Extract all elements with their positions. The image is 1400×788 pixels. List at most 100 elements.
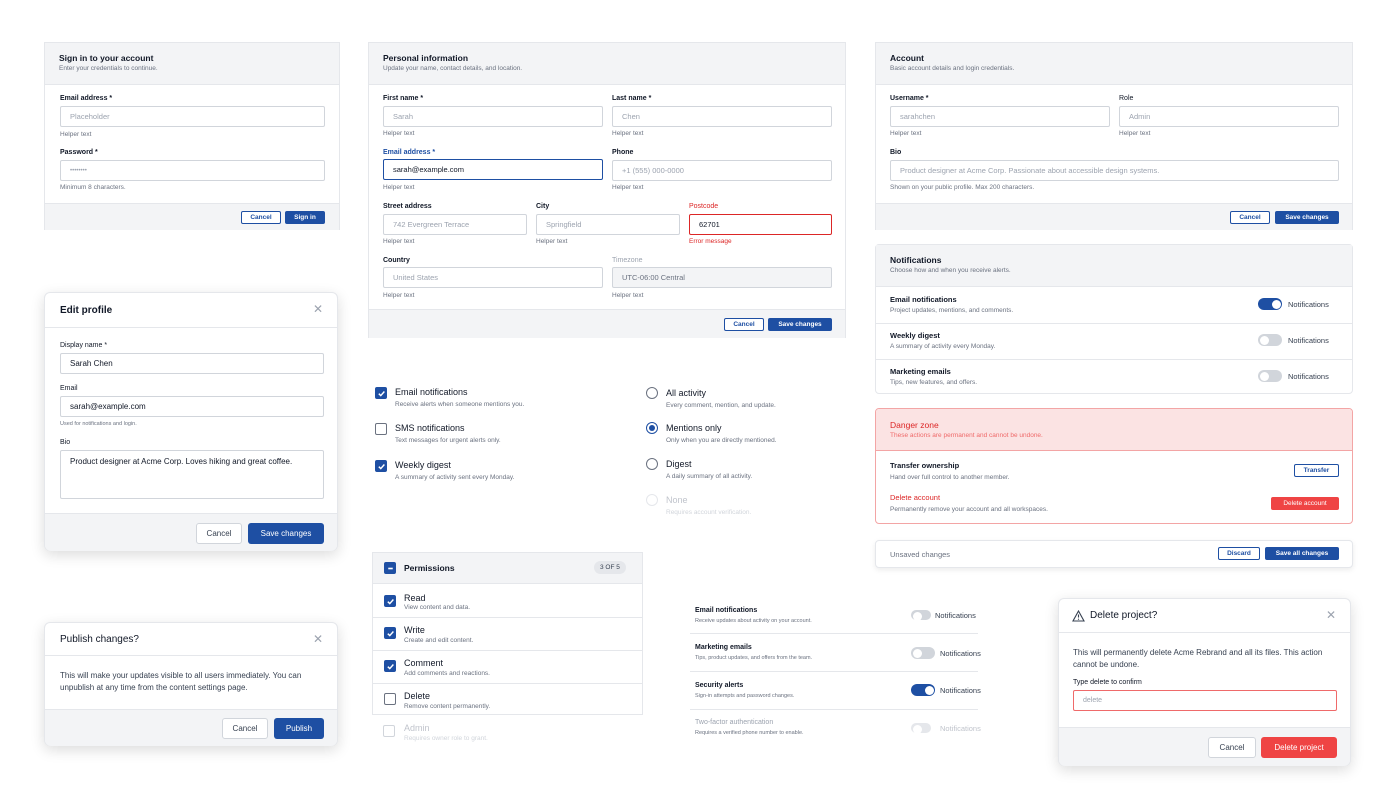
toggle-label: Notifications bbox=[940, 724, 981, 733]
notif-toggle-email[interactable] bbox=[1258, 298, 1282, 310]
phone-helper: Helper text bbox=[612, 184, 644, 191]
danger-title: Danger zone bbox=[890, 420, 939, 430]
perm-checkbox-comment[interactable] bbox=[384, 660, 396, 672]
perm-checkbox-delete[interactable] bbox=[384, 693, 396, 705]
divider bbox=[690, 671, 978, 672]
checkbox-label: Weekly digest bbox=[395, 460, 451, 470]
toggle-row-sub: Receive updates about activity on your a… bbox=[695, 618, 812, 624]
profile-email-helper: Used for notifications and login. bbox=[60, 421, 137, 427]
username-helper: Helper text bbox=[890, 130, 922, 137]
last-name-input[interactable]: Chen bbox=[612, 106, 832, 127]
close-icon[interactable]: ✕ bbox=[1326, 608, 1336, 622]
signin-submit-button[interactable]: Sign in bbox=[285, 211, 325, 224]
delete-project-footer: Cancel Delete project bbox=[1059, 727, 1350, 766]
role-select[interactable]: Admin bbox=[1119, 106, 1339, 127]
permissions-header: Permissions 3 OF 5 bbox=[373, 553, 642, 584]
confirm-label: Type delete to confirm bbox=[1073, 679, 1142, 686]
signin-cancel-button[interactable]: Cancel bbox=[241, 211, 281, 224]
perm-sub: Requires owner role to grant. bbox=[404, 735, 488, 742]
profile-bio-textarea[interactable]: Product designer at Acme Corp. Loves hik… bbox=[60, 450, 324, 499]
street-label: Street address bbox=[383, 203, 432, 210]
notifications-title: Notifications bbox=[890, 255, 942, 265]
street-input[interactable]: 742 Evergreen Terrace bbox=[383, 214, 527, 235]
toggle-list: Email notifications Receive updates abou… bbox=[690, 600, 981, 745]
checkbox-sms[interactable] bbox=[375, 423, 387, 435]
toggle-security[interactable] bbox=[911, 684, 935, 696]
country-select[interactable]: United States bbox=[383, 267, 603, 288]
display-name-label: Display name * bbox=[60, 342, 108, 349]
perm-checkbox-write[interactable] bbox=[384, 627, 396, 639]
delete-project-button[interactable]: Delete project bbox=[1261, 737, 1337, 758]
close-icon[interactable]: ✕ bbox=[313, 302, 323, 316]
toggle-email[interactable] bbox=[911, 610, 931, 621]
delete-project-cancel-button[interactable]: Cancel bbox=[1208, 737, 1256, 758]
checkbox-digest[interactable] bbox=[375, 460, 387, 472]
personal-cancel-button[interactable]: Cancel bbox=[724, 318, 764, 331]
permissions-select-all[interactable] bbox=[384, 562, 396, 574]
notif-row-sub: A summary of activity every Monday. bbox=[890, 343, 996, 350]
danger-zone-card: Danger zone These actions are permanent … bbox=[875, 408, 1353, 524]
edit-profile-save-button[interactable]: Save changes bbox=[248, 523, 324, 544]
perm-checkbox-admin bbox=[383, 725, 395, 737]
checkbox-email[interactable] bbox=[375, 387, 387, 399]
last-name-label: Last name * bbox=[612, 95, 652, 102]
close-icon[interactable]: ✕ bbox=[313, 632, 323, 646]
radio-all-activity[interactable] bbox=[646, 387, 658, 399]
radio-mentions-only[interactable] bbox=[646, 422, 658, 434]
postcode-input[interactable]: 62701 bbox=[689, 214, 832, 235]
delete-account-button[interactable]: Delete account bbox=[1271, 497, 1339, 510]
toggle-row-sub: Requires a verified phone number to enab… bbox=[695, 730, 804, 736]
toggle-row-sub: Tips, product updates, and offers from t… bbox=[695, 655, 813, 661]
profile-email-input[interactable]: sarah@example.com bbox=[60, 396, 324, 417]
transfer-button[interactable]: Transfer bbox=[1294, 464, 1339, 477]
confirm-input[interactable]: delete bbox=[1073, 690, 1337, 711]
transfer-title: Transfer ownership bbox=[890, 461, 960, 470]
publish-cancel-button[interactable]: Cancel bbox=[222, 718, 268, 739]
save-all-button[interactable]: Save all changes bbox=[1265, 547, 1339, 560]
radio-sub: Only when you are directly mentioned. bbox=[666, 437, 777, 444]
notif-toggle-marketing[interactable] bbox=[1258, 370, 1282, 382]
divider bbox=[373, 650, 642, 651]
last-name-helper: Helper text bbox=[612, 130, 644, 137]
account-cancel-button[interactable]: Cancel bbox=[1230, 211, 1270, 224]
personal-save-button[interactable]: Save changes bbox=[768, 318, 832, 331]
perm-checkbox-read[interactable] bbox=[384, 595, 396, 607]
permissions-card: Permissions 3 OF 5 Read View content and… bbox=[372, 552, 643, 715]
profile-bio-label: Bio bbox=[60, 439, 71, 446]
radio-digest[interactable] bbox=[646, 458, 658, 470]
signin-title: Sign in to your account bbox=[59, 53, 154, 63]
checkbox-label: Email notifications bbox=[395, 387, 468, 397]
bio-input[interactable]: Product designer at Acme Corp. Passionat… bbox=[890, 160, 1339, 181]
publish-confirm-button[interactable]: Publish bbox=[274, 718, 324, 739]
publish-footer: Cancel Publish bbox=[45, 709, 337, 746]
display-name-input[interactable]: Sarah Chen bbox=[60, 353, 324, 374]
radio-label: All activity bbox=[666, 388, 707, 398]
first-name-input[interactable]: Sarah bbox=[383, 106, 603, 127]
profile-email-label: Email bbox=[60, 385, 78, 392]
personal-email-label: Email address * bbox=[383, 149, 436, 156]
notif-toggle-label: Notifications bbox=[1288, 336, 1329, 345]
discard-button[interactable]: Discard bbox=[1218, 547, 1260, 560]
role-helper: Helper text bbox=[1119, 130, 1151, 137]
role-label: Role bbox=[1119, 95, 1134, 102]
notif-toggle-label: Notifications bbox=[1288, 372, 1329, 381]
personal-email-input[interactable]: sarah@example.com bbox=[383, 159, 603, 180]
signin-subtitle: Enter your credentials to continue. bbox=[59, 65, 158, 72]
divider bbox=[373, 683, 642, 684]
personal-subtitle: Update your name, contact details, and l… bbox=[383, 65, 523, 72]
password-input[interactable]: •••••••• bbox=[60, 160, 325, 181]
phone-input[interactable]: +1 (555) 000-0000 bbox=[612, 160, 832, 181]
city-input[interactable]: Springfield bbox=[536, 214, 680, 235]
email-input[interactable]: Placeholder bbox=[60, 106, 325, 127]
account-save-button[interactable]: Save changes bbox=[1275, 211, 1339, 224]
radio-label: Digest bbox=[666, 459, 692, 469]
edit-profile-cancel-button[interactable]: Cancel bbox=[196, 523, 242, 544]
danger-subtitle: These actions are permanent and cannot b… bbox=[890, 432, 1043, 439]
toggle-marketing[interactable] bbox=[911, 647, 935, 659]
phone-label: Phone bbox=[612, 149, 634, 156]
edit-profile-modal: Edit profile ✕ Display name * Sarah Chen… bbox=[44, 292, 338, 551]
notif-toggle-digest[interactable] bbox=[1258, 334, 1282, 346]
first-name-label: First name * bbox=[383, 95, 424, 102]
username-input[interactable]: sarahchen bbox=[890, 106, 1110, 127]
toggle-label: Notifications bbox=[935, 611, 976, 620]
